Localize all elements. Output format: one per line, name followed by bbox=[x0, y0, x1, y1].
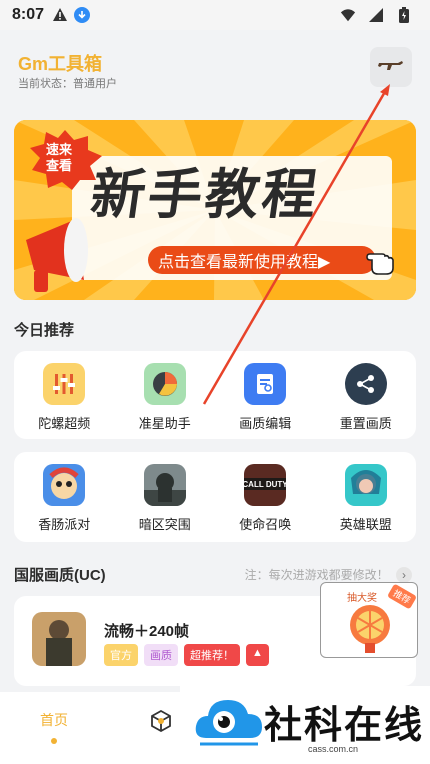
tool-quality-editor[interactable]: 画质编辑 bbox=[220, 363, 310, 432]
pie-chart-icon bbox=[143, 363, 186, 405]
tag-quality: 画质 bbox=[144, 644, 178, 666]
banner-title: 新手教程 bbox=[87, 165, 324, 225]
cloud-eye-logo-icon bbox=[194, 694, 264, 750]
prize-wheel-icon bbox=[347, 603, 393, 660]
tools-card: 陀螺超频 准星助手 画质编辑 重置画质 bbox=[14, 351, 416, 439]
tool-label: 重置画质 bbox=[339, 416, 392, 431]
weapon-tool-button[interactable] bbox=[370, 47, 412, 87]
tag-official: 官方 bbox=[104, 644, 138, 666]
arena-breakout-icon bbox=[143, 464, 186, 506]
fire-icon: ▲ bbox=[246, 644, 269, 666]
status-bar: 8:07 bbox=[0, 0, 430, 30]
battery-icon bbox=[396, 7, 412, 23]
tool-label: 准星助手 bbox=[138, 416, 191, 431]
tool-gyro-overclock[interactable]: 陀螺超频 bbox=[19, 363, 109, 432]
tool-label: 画质编辑 bbox=[239, 416, 292, 431]
game-label: 香肠派对 bbox=[38, 517, 91, 532]
chevron-right-icon: › bbox=[396, 567, 412, 583]
league-of-legends-icon bbox=[344, 464, 387, 506]
document-edit-icon bbox=[244, 363, 287, 405]
today-section-title: 今日推荐 bbox=[14, 322, 75, 339]
quality-note[interactable]: 注：每次进游戏都要修改！ › bbox=[245, 566, 412, 583]
download-icon bbox=[74, 7, 91, 23]
badge-text: 速来 查看 bbox=[46, 142, 73, 173]
game-arena-breakout[interactable]: 暗区突围 bbox=[120, 464, 210, 533]
call-of-duty-icon: CALL DUTY bbox=[244, 464, 287, 506]
status-time: 8:07 bbox=[12, 6, 45, 23]
banner-subtitle: 点击查看最新使用教程▶ bbox=[148, 246, 394, 275]
tool-label: 陀螺超频 bbox=[38, 416, 91, 431]
game-label: 使命召唤 bbox=[239, 517, 292, 532]
lucky-draw-widget[interactable]: 抽大奖 推荐 bbox=[320, 582, 418, 658]
tab-tools[interactable] bbox=[150, 709, 172, 737]
game-call-of-duty[interactable]: CALL DUTY 使命召唤 bbox=[220, 464, 310, 533]
hurry-badge: 速来 查看 bbox=[28, 130, 102, 190]
tab-home-label: 首页 bbox=[40, 712, 68, 728]
game-sausage-party[interactable]: 香肠派对 bbox=[19, 464, 109, 533]
svg-text:CALL DUTY: CALL DUTY bbox=[244, 480, 286, 489]
share-icon bbox=[344, 363, 387, 405]
warning-icon bbox=[52, 7, 68, 23]
product-name: 流畅＋240帧 bbox=[104, 623, 190, 640]
sausage-party-icon bbox=[43, 464, 86, 506]
sliders-icon bbox=[43, 363, 86, 405]
pubg-thumbnail-icon bbox=[32, 612, 86, 666]
cube-icon bbox=[150, 709, 172, 736]
tag-recommended: 超推荐！ bbox=[184, 644, 240, 666]
promo-label: 抽大奖 bbox=[347, 593, 377, 604]
pointing-hand-icon bbox=[366, 242, 396, 281]
game-label: 暗区突围 bbox=[138, 517, 191, 532]
banner-subtitle-text: 点击查看最新使用教程▶ bbox=[158, 254, 331, 271]
games-card: 香肠派对 暗区突围 CALL DUTY 使命召唤 英雄联盟 bbox=[14, 452, 416, 542]
tab-home[interactable]: 首页 bbox=[40, 710, 68, 744]
rifle-icon bbox=[378, 57, 404, 78]
quality-note-text: 注：每次进游戏都要修改！ bbox=[244, 568, 389, 582]
wifi-icon bbox=[340, 7, 356, 23]
watermark-title: 社科在线 bbox=[264, 705, 425, 747]
tool-reset-quality[interactable]: 重置画质 bbox=[321, 363, 411, 432]
user-status: 当前状态：普通用户 bbox=[18, 78, 117, 90]
quality-section-title: 国服画质(UC) bbox=[14, 567, 106, 584]
game-label: 英雄联盟 bbox=[339, 517, 392, 532]
tool-crosshair-assistant[interactable]: 准星助手 bbox=[120, 363, 210, 432]
watermark: 社科在线 cass.com.cn bbox=[180, 686, 430, 764]
app-header: Gm工具箱 当前状态：普通用户 bbox=[0, 30, 430, 110]
watermark-site: cass.com.cn bbox=[308, 744, 359, 754]
app-title: Gm工具箱 bbox=[18, 54, 103, 74]
game-league-of-legends[interactable]: 英雄联盟 bbox=[321, 464, 411, 533]
signal-icon bbox=[368, 7, 384, 23]
active-dot bbox=[51, 738, 57, 744]
product-tags: 官方 画质 超推荐！ ▲ bbox=[104, 644, 269, 666]
